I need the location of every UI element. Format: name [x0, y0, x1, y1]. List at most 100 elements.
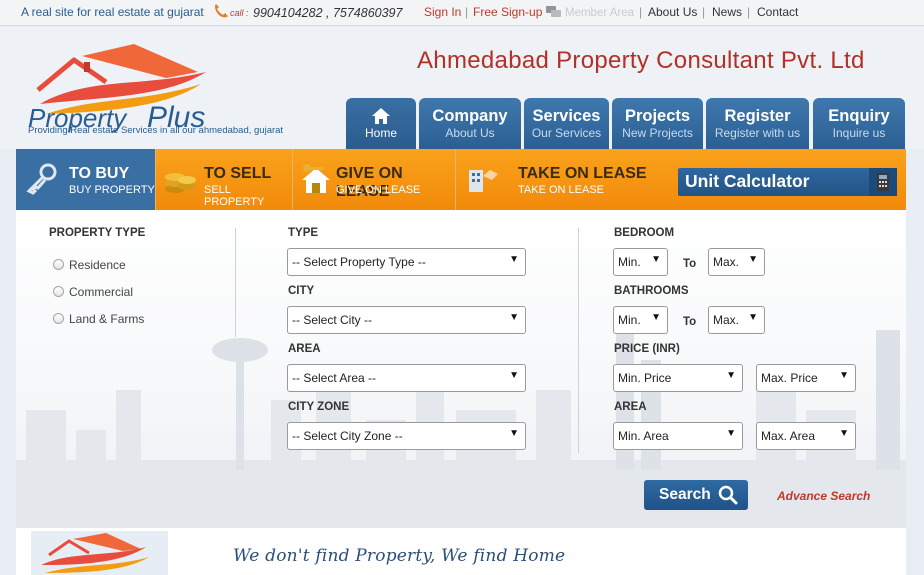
nav-projects-title: Projects	[624, 107, 691, 125]
tab-to-buy[interactable]: TO BUY BUY PROPERTY	[16, 149, 156, 210]
site-tagline: A real site for real estate at gujarat	[21, 5, 204, 19]
sign-in-link[interactable]: Sign In	[424, 5, 461, 19]
nav-projects-subtitle: New Projects	[622, 126, 693, 140]
min-area-select[interactable]: Min. Area ▼	[613, 422, 743, 450]
bedroom-min-select[interactable]: Min. ▼	[613, 248, 668, 276]
min-price-select[interactable]: Min. Price ▼	[613, 364, 743, 392]
city-zone-select[interactable]: -- Select City Zone -- ▼	[287, 422, 526, 450]
city-zone-select-value: -- Select City Zone --	[292, 429, 403, 443]
nav-services-title: Services	[532, 107, 601, 125]
city-select[interactable]: -- Select City -- ▼	[287, 306, 526, 334]
max-area-select[interactable]: Max. Area ▼	[756, 422, 856, 450]
phone-icon	[215, 4, 228, 18]
top-bar: A real site for real estate at gujarat c…	[0, 0, 924, 26]
bedroom-min-value: Min.	[618, 255, 641, 269]
house-key-icon	[302, 164, 330, 193]
company-name: Ahmedabad Property Consultant Pvt. Ltd	[417, 47, 865, 74]
nav-company[interactable]: Company About Us	[419, 98, 521, 149]
city-label: CITY	[288, 285, 315, 297]
header: Property Plus Providing Real estate Serv…	[0, 27, 924, 149]
nav-home[interactable]: Home	[346, 98, 416, 149]
type-select-value: -- Select Property Type --	[292, 255, 426, 269]
divider	[235, 228, 236, 337]
dropdown-arrow-icon: ▼	[748, 254, 758, 265]
advance-search-link[interactable]: Advance Search	[777, 489, 870, 503]
max-price-value: Max. Price	[761, 371, 818, 385]
min-price-value: Min. Price	[618, 371, 672, 385]
radio-commercial-label: Commercial	[69, 285, 134, 299]
area-select[interactable]: -- Select Area -- ▼	[287, 364, 526, 392]
city-zone-label: CITY ZONE	[288, 401, 350, 413]
property-plus-logo-small	[31, 531, 168, 575]
action-bar: TO BUY BUY PROPERTY TO SELL SELL PROPERT…	[16, 149, 906, 210]
tab-to-buy-title: TO BUY	[69, 165, 130, 182]
tab-take-on-lease-title: TAKE ON LEASE	[518, 165, 647, 182]
min-area-value: Min. Area	[618, 429, 669, 443]
dropdown-arrow-icon: ▼	[726, 428, 736, 439]
bathrooms-min-select[interactable]: Min. ▼	[613, 306, 668, 334]
dropdown-arrow-icon: ▼	[509, 428, 519, 439]
home-icon	[372, 108, 390, 124]
nav-services-subtitle: Our Services	[531, 126, 602, 140]
radio-residence[interactable]	[53, 259, 64, 270]
tab-give-on-lease-subtitle: GIVE ON LEASE	[336, 184, 421, 196]
site-motto: We don't find Property, We find Home	[233, 546, 566, 566]
bathrooms-max-select[interactable]: Max. ▼	[708, 306, 765, 334]
dropdown-arrow-icon: ▼	[839, 370, 849, 381]
divider	[578, 228, 579, 453]
search-button-label: Search	[659, 486, 711, 503]
nav-enquiry[interactable]: Enquiry Inquire us	[813, 98, 905, 149]
unit-calculator-label: Unit Calculator	[685, 171, 810, 191]
tab-take-on-lease[interactable]: TAKE ON LEASE TAKE ON LEASE	[456, 149, 666, 210]
building-handshake-icon	[469, 170, 498, 192]
news-link[interactable]: News	[712, 5, 742, 19]
dropdown-arrow-icon: ▼	[726, 370, 736, 381]
radio-land-farms-label: Land & Farms	[69, 312, 145, 326]
dropdown-arrow-icon: ▼	[651, 312, 661, 323]
logo-tagline: Providing Real estate Services in all ou…	[28, 125, 284, 136]
separator: |	[702, 5, 706, 19]
area-select-value: -- Select Area --	[292, 371, 377, 385]
content-strip: We don't find Property, We find Home	[16, 528, 906, 575]
separator: |	[639, 5, 643, 19]
tab-take-on-lease-subtitle: TAKE ON LEASE	[518, 184, 604, 196]
phone-numbers: 9904104282 , 7574860397	[253, 6, 403, 20]
dropdown-arrow-icon: ▼	[509, 312, 519, 323]
member-area-link[interactable]: Member Area	[565, 7, 634, 19]
nav-register[interactable]: Register Register with us	[706, 98, 809, 149]
sign-up-link[interactable]: Free Sign-up	[473, 5, 542, 19]
nav-services[interactable]: Services Our Services	[524, 98, 609, 149]
unit-calculator-button[interactable]: Unit Calculator	[678, 168, 897, 196]
dropdown-arrow-icon: ▼	[509, 370, 519, 381]
search-button[interactable]: Search	[644, 480, 748, 510]
tab-to-sell-subtitle: SELL PROPERTY	[204, 184, 265, 208]
search-icon	[718, 485, 738, 505]
nav-company-title: Company	[432, 107, 508, 125]
radio-residence-label: Residence	[69, 258, 126, 272]
dropdown-arrow-icon: ▼	[509, 254, 519, 265]
tab-to-sell[interactable]: TO SELL SELL PROPERTY	[156, 149, 293, 210]
call-label: call :	[230, 8, 249, 18]
nav-register-title: Register	[724, 107, 791, 125]
property-type-label: PROPERTY TYPE	[49, 227, 146, 239]
max-area-value: Max. Area	[761, 429, 816, 443]
radio-commercial[interactable]	[53, 286, 64, 297]
bedroom-max-select[interactable]: Max. ▼	[708, 248, 765, 276]
area-range-label: AREA	[614, 401, 647, 413]
tab-give-on-lease[interactable]: GIVE ON LEASE GIVE ON LEASE	[293, 149, 456, 210]
nav-projects[interactable]: Projects New Projects	[612, 98, 703, 149]
to-label: To	[683, 316, 697, 328]
nav-enquiry-title: Enquiry	[828, 107, 890, 125]
calculator-icon	[869, 168, 897, 196]
tab-to-buy-subtitle: BUY PROPERTY	[69, 184, 155, 196]
type-select[interactable]: -- Select Property Type -- ▼	[287, 248, 526, 276]
to-label: To	[683, 258, 697, 270]
max-price-select[interactable]: Max. Price ▼	[756, 364, 856, 392]
bathrooms-min-value: Min.	[618, 313, 641, 327]
tab-to-sell-title: TO SELL	[204, 165, 272, 182]
about-us-link[interactable]: About Us	[648, 5, 697, 19]
contact-link[interactable]: Contact	[757, 5, 798, 19]
radio-land-farms[interactable]	[53, 313, 64, 324]
member-icon	[546, 6, 561, 17]
city-select-value: -- Select City --	[292, 313, 373, 327]
